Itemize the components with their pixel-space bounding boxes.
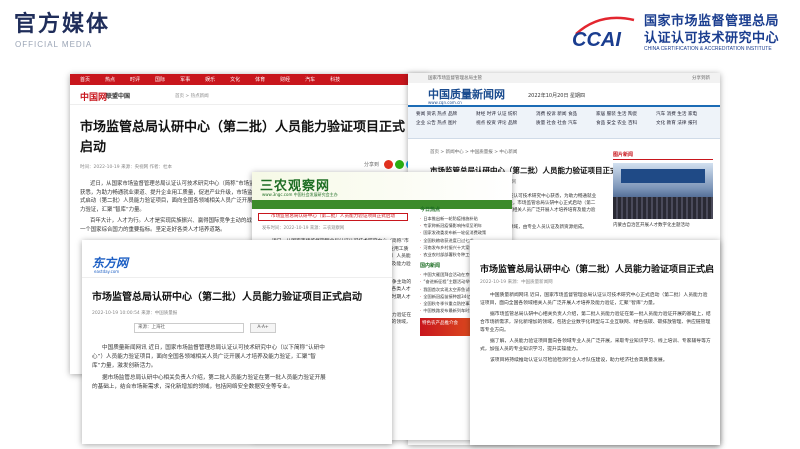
paragraph: 中国质量新闻网讯 近日，国家市场监督管理总局认证认可技术研究中心（以下简称“认研… <box>92 345 325 369</box>
article-meta: 发布时间：2022-10-19 来源：三农观察网 <box>262 226 345 231</box>
sidebar-title: 今日热点 <box>420 207 441 213</box>
article-body: 中国质量新闻网讯 近日，国家市场监督管理总局认证认可技术研究中心正式启动（第二批… <box>480 292 712 368</box>
share-label: 分享到 <box>363 162 379 168</box>
photo-stage <box>621 169 705 183</box>
nav-row[interactable]: 文化 教育 法律 报刊 <box>656 119 697 128</box>
paragraph: 据市场监管总局认研中心相关负责人介绍，第二批人员能力验证在第一批人员能力验证开展… <box>480 312 711 333</box>
photo-audience <box>613 197 713 219</box>
paragraph: 该项目将持续推动认证认可检验检测行业人才队伍建设，助力经济社会高质量发展。 <box>490 358 668 363</box>
nav-row[interactable]: 消费 投诉 新闻 食品 <box>536 110 577 119</box>
nav-item[interactable]: 财经 <box>280 76 290 83</box>
nav-row[interactable]: 汽车 消费 生活 家电 <box>656 110 697 119</box>
cqn-detail-screenshot: 市场监管总局认研中心（第二批）人员能力验证项目正式启 2022-10-19 来源… <box>470 240 720 445</box>
nav-item[interactable]: 体育 <box>255 76 265 83</box>
cqn-topbar-share[interactable]: 分享到新 <box>692 75 710 81</box>
china-com-brand: 中国网 联盟中国 首页 > 热点新闻 <box>70 85 430 105</box>
nav-row[interactable]: 质量 社会 社会 汽车 <box>536 119 577 128</box>
china-com-nav: 首页 热点 时评 国际 军事 娱乐 文化 体育 财经 汽车 科技 <box>70 74 430 85</box>
cqn-topbar: 国家市场监督管理总局主管 分享到新 <box>408 73 720 83</box>
list-item[interactable]: 日本推出新一轮防疫措施补贴 <box>420 215 508 222</box>
sidebar-title: 图片新闻 <box>613 151 713 160</box>
ccai-logo-icon: CCAI <box>572 16 635 50</box>
nav-item[interactable]: 娱乐 <box>205 76 215 83</box>
paragraph: 据市场监管总局认研中心相关负责人介绍，第二批人员能力验证在第一批人员能力验证开展… <box>92 375 326 390</box>
nav-item[interactable]: 汽车 <box>305 76 315 83</box>
cqn-nav: 要闻 资讯 热点 品牌 企业 公告 热点 图片 财经 时评 认证 纺织 视点 投… <box>408 105 720 139</box>
sannong-masthead: 三农观察网 www.3ngc.com 中国社会发展研究会主办 <box>252 172 512 202</box>
font-size-button[interactable]: A-A+ <box>250 323 276 333</box>
news-photo[interactable] <box>613 163 713 219</box>
cqn-banner: 中国质量新闻网 www.cqn.com.cn 2022年10月20日 星期四 <box>408 83 720 105</box>
source-field[interactable]: 来源：上海社 <box>134 323 244 333</box>
breadcrumb[interactable]: 首页 > 新闻中心 > 中国质量报 > 中心新闻 <box>430 149 517 155</box>
nav-item[interactable]: 科技 <box>330 76 340 83</box>
paragraph: 中国质量新闻网讯 近日，国家市场监督管理总局认证认可技术研究中心正式启动（第二批… <box>480 293 708 306</box>
nav-item[interactable]: 军事 <box>180 76 190 83</box>
logo-line2: 认证认可技术研究中心 <box>644 31 780 46</box>
china-com-logo[interactable]: 中国网 <box>80 90 107 103</box>
nav-row[interactable]: 要闻 资讯 热点 品牌 <box>416 110 457 119</box>
dongfang-screenshot: 东方网 eastday.com 市场监管总局认研中心（第二批）人员能力验证项目正… <box>82 240 392 444</box>
nav-item[interactable]: 热点 <box>105 76 115 83</box>
slide-title: 官方媒体 <box>14 12 111 37</box>
breadcrumb[interactable]: 首页 > 热点新闻 <box>175 93 209 99</box>
nav-item[interactable]: 时评 <box>130 76 140 83</box>
nav-row[interactable]: 视点 投资 评论 品牌 <box>476 119 517 128</box>
cqn-date: 2022年10月20日 星期四 <box>528 93 586 99</box>
slide-subtitle: OFFICIAL MEDIA <box>15 40 93 49</box>
dongfang-header: 东方网 eastday.com <box>82 240 392 278</box>
cqn-sidebar: 图片新闻 内蒙古自治区开展人才数字化主题活动 <box>613 151 713 228</box>
list-item[interactable]: 专家称新冠疫情影响持续至明年 <box>420 222 508 229</box>
nav-row[interactable]: 企业 公告 热点 图片 <box>416 119 457 128</box>
nav-row[interactable]: 食品 安全 农业 百科 <box>596 119 637 128</box>
sannong-url: www.3ngc.com 中国社会发展研究会主办 <box>262 192 338 197</box>
article-body: 中国质量新闻网讯 近日，国家市场监督管理总局认证认可技术研究中心（以下简称“认研… <box>92 344 327 395</box>
wechat-icon[interactable] <box>395 160 404 169</box>
nav-row[interactable]: 家居 服装 生活 陶瓷 <box>596 110 637 119</box>
nav-item[interactable]: 文化 <box>230 76 240 83</box>
photo-caption[interactable]: 内蒙古自治区开展人才数字化主题活动 <box>613 222 713 228</box>
ccai-logo: CCAI 国家市场监督管理总局 认证认可技术研究中心 CHINA CERTIFI… <box>570 8 798 58</box>
nav-item[interactable]: 国际 <box>155 76 165 83</box>
article-headline: 市场监管总局认研中心（第二批）人员能力验证项目正式启 <box>480 265 715 275</box>
dongfang-url: eastday.com <box>94 269 120 274</box>
nav-row[interactable]: 财经 时评 认证 纺织 <box>476 110 517 119</box>
paragraph: 据了解，人员能力验证项目面向各领域专业人员广泛开展，采取专业知识学习、线上培训、… <box>480 339 711 352</box>
list-item[interactable]: 国家发改委发布新一轮促消费政策 <box>420 229 508 236</box>
china-com-site-name: 联盟中国 <box>106 93 131 100</box>
article-headline: 市场监管总局认研中心（第二批）人员能力验证项目正式启动 <box>92 292 362 303</box>
article-title-bar: 市场监管总局认研中心（第二批）人员能力验证项目正式启动 <box>258 213 408 221</box>
logo-english: CHINA CERTIFICATION & ACCREDITATION INST… <box>644 46 772 52</box>
nav-item[interactable]: 首页 <box>80 76 90 83</box>
cqn-topbar-text: 国家市场监督管理总局主管 <box>428 76 482 81</box>
article-meta: 时间：2022-10-19 来源：央视网 作者：杜本 <box>80 165 173 170</box>
ccai-logo-mark: CCAI <box>572 29 621 50</box>
article-headline: 市场监管总局认研中心（第二批）人员能力验证项目正式启动 <box>80 120 406 155</box>
article-meta: 2022-10-19 10:00:54 来源：中国质量报 <box>92 311 178 316</box>
article-meta: 2022-10-19 来源：中国质量新闻网 <box>480 280 553 285</box>
weibo-icon[interactable] <box>384 160 393 169</box>
